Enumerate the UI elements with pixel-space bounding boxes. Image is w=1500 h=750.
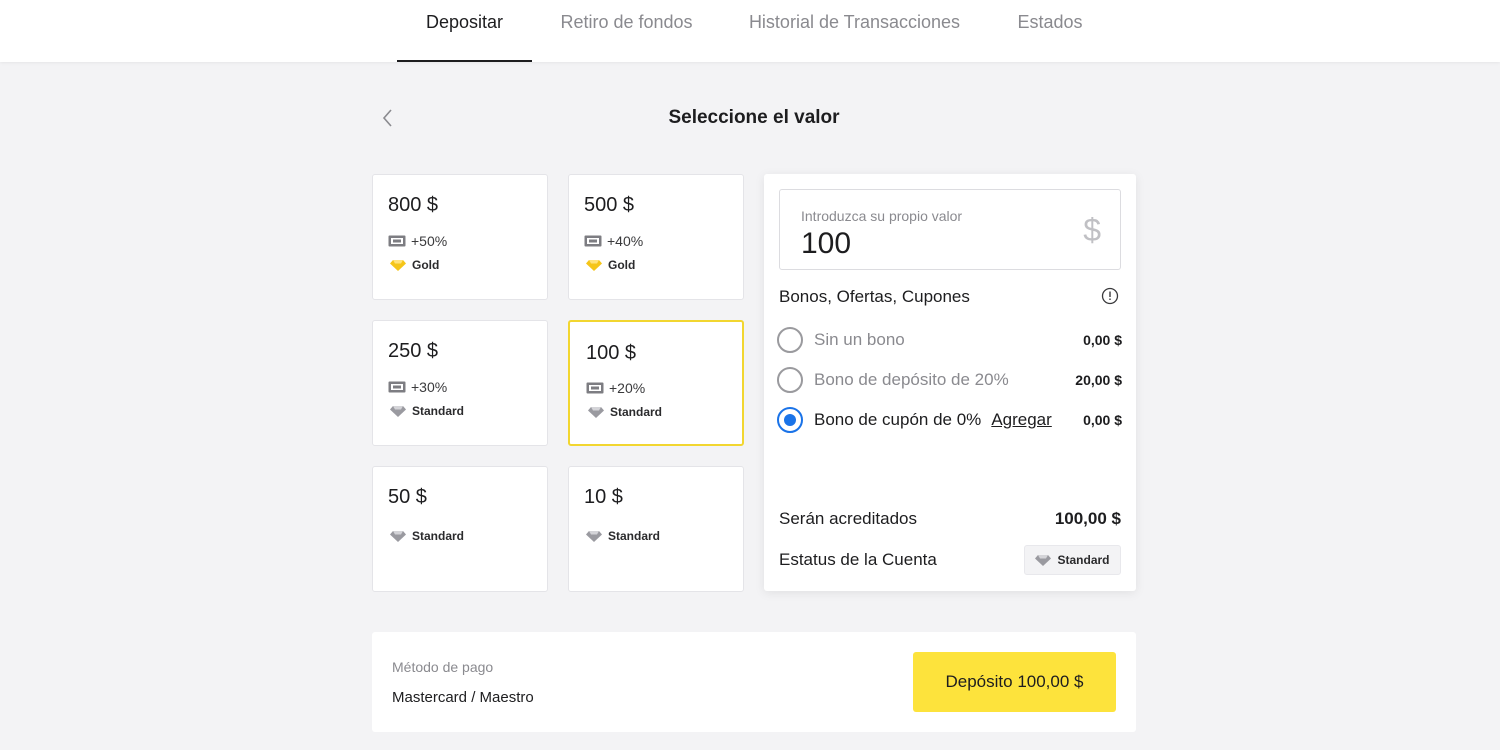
- gold-gem-icon: [390, 259, 406, 271]
- radio-button-selected[interactable]: [777, 407, 803, 433]
- card-bonus: +50%: [388, 233, 447, 249]
- status-label: Standard: [412, 529, 465, 543]
- currency-symbol: $: [1083, 212, 1101, 248]
- tab-estados[interactable]: Estados: [1005, 0, 1095, 62]
- option-amount: 20,00 $: [1075, 372, 1122, 388]
- amount-card-800[interactable]: 800 $ +50% Gold: [372, 174, 548, 300]
- bonus-section-title: Bonos, Ofertas, Cupones: [779, 287, 970, 306]
- card-status: Standard: [390, 529, 464, 543]
- amount-card-250[interactable]: 250 $ +30% Standard: [372, 320, 548, 446]
- bonus-option-coupon[interactable]: Bono de cupón de 0% Agregar 0,00 $: [777, 406, 1122, 434]
- amount-card-100[interactable]: 100 $ +20% Standard: [568, 320, 744, 446]
- card-amount: 800 $: [388, 194, 439, 216]
- option-label: Bono de depósito de 20%: [814, 370, 1009, 389]
- radio-button[interactable]: [777, 327, 803, 353]
- status-label: Standard: [412, 404, 465, 418]
- radio-button[interactable]: [777, 367, 803, 393]
- option-label: Sin un bono: [814, 330, 905, 349]
- top-tab-bar: Depositar Retiro de fondos Historial de …: [0, 0, 1500, 62]
- bonus-percent: +40%: [607, 233, 644, 249]
- standard-gem-icon: [588, 406, 604, 418]
- payment-method-value[interactable]: Mastercard / Maestro: [392, 689, 534, 706]
- bonus-percent: +50%: [411, 233, 448, 249]
- ticket-icon: [388, 235, 406, 247]
- amount-card-500[interactable]: 500 $ +40% Gold: [568, 174, 744, 300]
- account-status-value: Standard: [1057, 553, 1110, 567]
- status-label: Standard: [610, 405, 663, 419]
- page-title: Seleccione el valor: [668, 107, 840, 128]
- option-amount: 0,00 $: [1083, 332, 1122, 348]
- custom-amount-value[interactable]: 100: [801, 227, 851, 261]
- amount-card-10[interactable]: 10 $ Standard: [568, 466, 744, 592]
- gold-gem-icon: [586, 259, 602, 271]
- credited-row: Serán acreditados 100,00 $: [779, 509, 1121, 529]
- card-status: Gold: [390, 258, 439, 272]
- ticket-icon: [584, 235, 602, 247]
- card-status: Standard: [588, 405, 662, 419]
- deposit-summary-panel: Introduzca su propio valor 100 $ Bonos, …: [764, 174, 1136, 591]
- ticket-icon: [586, 382, 604, 394]
- card-bonus: +20%: [586, 380, 645, 396]
- card-bonus: +40%: [584, 233, 643, 249]
- bonus-option-none[interactable]: Sin un bono 0,00 $: [777, 326, 1122, 354]
- status-label: Gold: [608, 258, 636, 272]
- standard-gem-icon: [390, 405, 406, 417]
- standard-gem-icon: [1035, 554, 1052, 566]
- credited-value: 100,00 $: [1054, 509, 1121, 528]
- ticket-icon: [388, 381, 406, 393]
- deposit-button[interactable]: Depósito 100,00 $: [913, 652, 1116, 712]
- standard-gem-icon: [390, 530, 406, 542]
- card-amount: 100 $: [586, 342, 637, 364]
- custom-amount-label: Introduzca su propio valor: [801, 208, 963, 224]
- card-status: Standard: [586, 529, 660, 543]
- standard-gem-icon: [586, 530, 602, 542]
- bonus-percent: +30%: [411, 379, 448, 395]
- option-label: Bono de cupón de 0%: [814, 410, 982, 429]
- account-status-label: Estatus de la Cuenta: [779, 550, 937, 569]
- card-status: Standard: [390, 404, 464, 418]
- payment-bar: Método de pago Mastercard / Maestro Depó…: [372, 632, 1136, 732]
- status-label: Standard: [608, 529, 661, 543]
- credited-label: Serán acreditados: [779, 509, 917, 528]
- card-bonus: +30%: [388, 379, 447, 395]
- tab-historial-de-transacciones[interactable]: Historial de Transacciones: [738, 0, 971, 62]
- status-label: Gold: [412, 258, 440, 272]
- tab-depositar[interactable]: Depositar: [397, 0, 532, 62]
- account-status-badge: Standard: [1024, 545, 1121, 575]
- card-status: Gold: [586, 258, 635, 272]
- card-amount: 250 $: [388, 340, 439, 362]
- account-status-row: Estatus de la Cuenta Standard: [779, 545, 1121, 575]
- custom-amount-input[interactable]: Introduzca su propio valor 100 $: [779, 189, 1121, 270]
- card-amount: 500 $: [584, 194, 635, 216]
- amount-card-50[interactable]: 50 $ Standard: [372, 466, 548, 592]
- bonus-percent: +20%: [609, 380, 646, 396]
- card-amount: 50 $: [388, 486, 427, 508]
- bonus-option-deposit[interactable]: Bono de depósito de 20% 20,00 $: [777, 366, 1122, 394]
- add-coupon-link[interactable]: Agregar: [991, 410, 1051, 430]
- payment-method-label: Método de pago: [392, 659, 494, 675]
- tab-retiro-de-fondos[interactable]: Retiro de fondos: [548, 0, 705, 62]
- option-amount: 0,00 $: [1083, 412, 1122, 428]
- card-amount: 10 $: [584, 486, 623, 508]
- info-icon[interactable]: [1101, 287, 1119, 305]
